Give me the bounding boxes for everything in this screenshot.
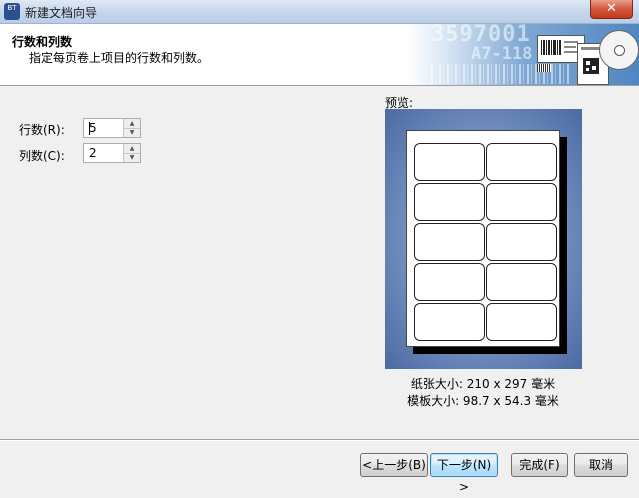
rows-spinner[interactable]: 5 ▲ ▼	[83, 118, 141, 138]
cancel-button[interactable]: 取消	[574, 453, 628, 477]
label-cell	[414, 263, 485, 301]
label-cell	[414, 223, 485, 261]
next-button[interactable]: 下一步(N) >	[430, 453, 498, 494]
template-size-text: 模板大小: 98.7 x 54.3 毫米	[407, 394, 559, 408]
text-caret	[89, 122, 90, 135]
columns-decrement-button[interactable]: ▼	[124, 153, 140, 162]
header-banner-image: 3597001 A7-118	[409, 24, 639, 85]
finish-button[interactable]: 完成(F)	[511, 453, 568, 477]
window-title: 新建文档向导	[25, 6, 98, 20]
app-icon: BT	[4, 3, 20, 20]
label-cell	[414, 303, 485, 341]
rows-decrement-button[interactable]: ▼	[124, 128, 140, 137]
small-barcode-icon	[537, 64, 551, 72]
label-cell	[486, 303, 557, 341]
rows-value[interactable]: 5	[89, 121, 97, 135]
paper-preview	[406, 130, 560, 347]
columns-spin-buttons: ▲ ▼	[123, 144, 140, 162]
rows-spin-buttons: ▲ ▼	[123, 119, 140, 137]
step-title: 行数和列数	[12, 35, 73, 49]
preview-panel	[385, 109, 582, 369]
cd-disc-icon	[599, 30, 639, 70]
paper-size-text: 纸张大小: 210 x 297 毫米	[410, 377, 556, 391]
columns-value[interactable]: 2	[89, 146, 97, 160]
wizard-header: 行数和列数 指定每页卷上项目的行数和列数。 3597001 A7-118	[0, 24, 639, 86]
label-cell	[414, 143, 485, 181]
step-subtitle: 指定每页卷上项目的行数和列数。	[29, 51, 210, 65]
label-cell	[486, 183, 557, 221]
columns-label: 列数(C):	[19, 149, 65, 163]
label-cell	[486, 263, 557, 301]
close-button[interactable]: ✕	[590, 0, 633, 19]
columns-spinner[interactable]: 2 ▲ ▼	[83, 143, 141, 163]
back-button[interactable]: <上一步(B)	[360, 453, 428, 477]
banner-code: A7-118	[471, 44, 533, 64]
title-bar: BT 新建文档向导 ✕	[0, 0, 639, 24]
label-cell	[486, 143, 557, 181]
label-cell	[414, 183, 485, 221]
label-cell	[486, 223, 557, 261]
rows-label: 行数(R):	[19, 123, 65, 137]
footer-separator	[0, 439, 639, 441]
